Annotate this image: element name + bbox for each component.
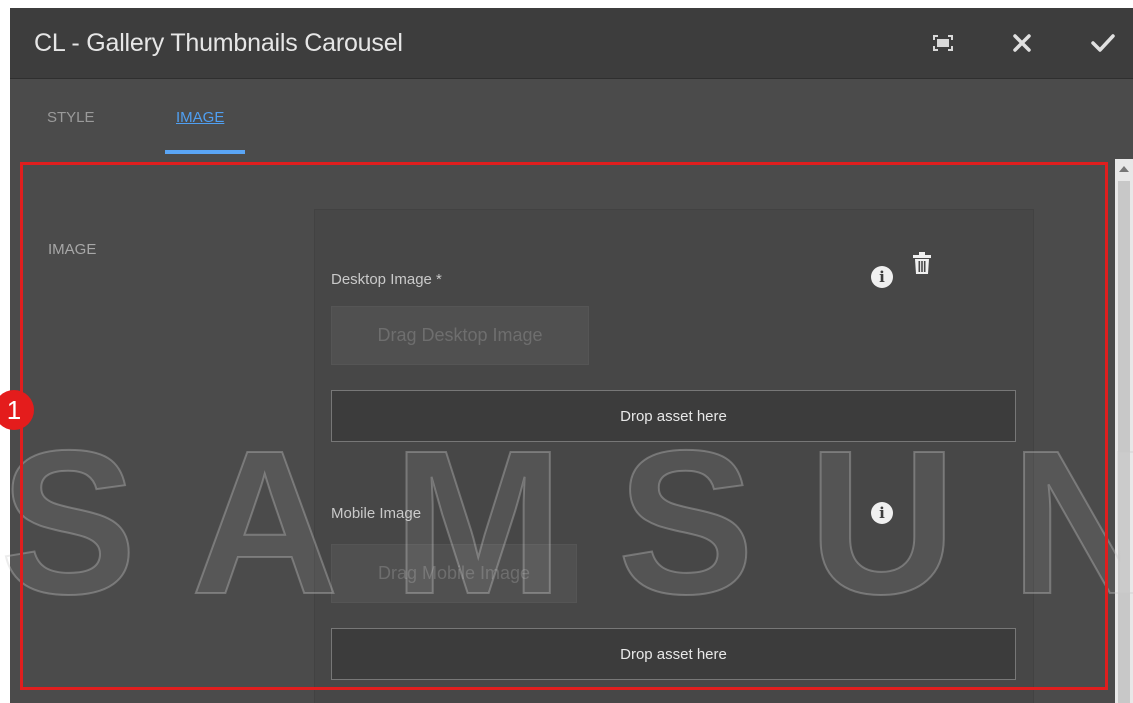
trash-icon[interactable]	[913, 252, 931, 274]
dialog: CL - Gallery Thumbnails Carousel STYLE I…	[10, 8, 1133, 703]
mobile-info-icon[interactable]: i	[871, 502, 893, 524]
desktop-image-label: Desktop Image *	[331, 271, 442, 288]
desktop-info-icon[interactable]: i	[871, 266, 893, 288]
tab-image[interactable]: IMAGE	[176, 109, 224, 126]
desktop-drop-zone[interactable]: Drop asset here	[331, 390, 1016, 442]
close-icon	[1013, 34, 1031, 52]
check-icon	[1091, 34, 1115, 52]
desktop-drag-area[interactable]: Drag Desktop Image	[331, 306, 589, 365]
active-tab-indicator	[165, 150, 245, 154]
fullscreen-button[interactable]	[926, 26, 960, 60]
tab-style[interactable]: STYLE	[47, 109, 95, 126]
mobile-image-label: Mobile Image	[331, 505, 422, 522]
fullscreen-icon	[933, 35, 953, 51]
tab-bar: STYLE IMAGE	[10, 79, 1133, 159]
close-button[interactable]	[1005, 26, 1039, 60]
vertical-scrollbar[interactable]	[1115, 159, 1133, 703]
dialog-titlebar: CL - Gallery Thumbnails Carousel	[10, 8, 1133, 79]
scroll-up-arrow[interactable]	[1115, 161, 1133, 177]
scrollbar-thumb[interactable]	[1118, 181, 1130, 703]
confirm-button[interactable]	[1086, 26, 1120, 60]
image-field-panel: Desktop Image * i Drag Desktop Image Dro…	[314, 209, 1034, 703]
dialog-content: IMAGE Desktop Image * i Drag Desktop Ima…	[10, 159, 1115, 703]
mobile-drag-area[interactable]: Drag Mobile Image	[331, 544, 577, 603]
section-label: IMAGE	[48, 241, 97, 258]
dialog-title: CL - Gallery Thumbnails Carousel	[34, 29, 403, 57]
mobile-drop-zone[interactable]: Drop asset here	[331, 628, 1016, 680]
